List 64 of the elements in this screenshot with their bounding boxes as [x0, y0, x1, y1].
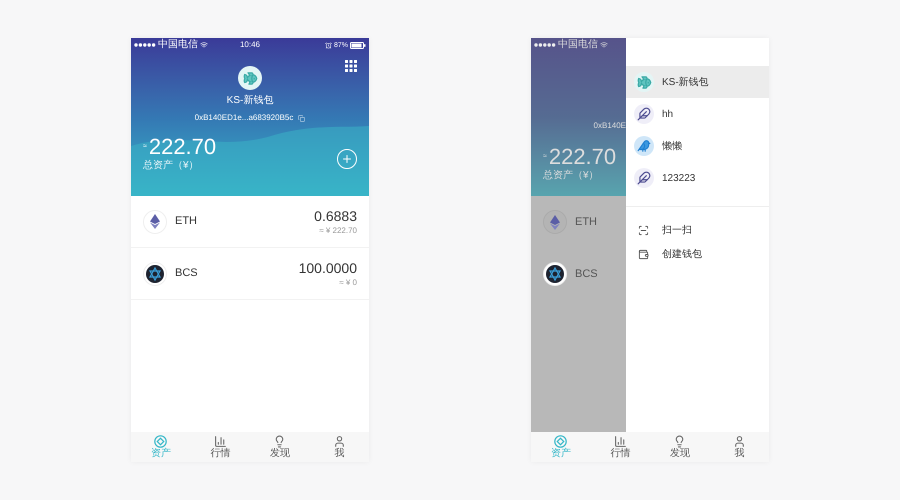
feather-icon [634, 104, 654, 124]
wifi-icon [600, 41, 608, 49]
carrier-name: 中国电信 [558, 40, 598, 50]
bar-chart-icon [614, 435, 627, 448]
wallet-name: 懒懒 [662, 140, 682, 154]
wallet-avatar [238, 66, 262, 90]
wifi-icon [200, 41, 208, 49]
signal-icon [134, 43, 156, 47]
coin-symbol: BCS [575, 266, 598, 282]
menu-item[interactable]: 创建钱包 [626, 245, 769, 263]
alarm-icon [324, 42, 332, 48]
tab[interactable]: 行情 [190, 432, 250, 462]
dark-coin-icon [143, 262, 167, 286]
bar-chart-icon [214, 435, 227, 448]
wallet-name: KS-新钱包 [662, 76, 709, 90]
wallet-name: 123223 [662, 172, 696, 186]
fish-icon [634, 72, 654, 92]
user-icon [732, 435, 746, 448]
wallet-icon [638, 248, 649, 260]
total-amount: 222.70 [148, 136, 216, 158]
wallet-item[interactable]: 懒懒 [626, 130, 769, 162]
wallet-item[interactable]: KS-新钱包 [626, 66, 769, 98]
coin-amount: 0.6883 [314, 208, 357, 222]
ether-coin-icon [143, 210, 167, 234]
clock-time: 10:46 [240, 41, 260, 49]
add-button[interactable] [337, 149, 357, 169]
tab[interactable]: 我 [710, 432, 769, 462]
coin-value: ≈ ¥ 222.70 [319, 226, 357, 234]
lightbulb-icon [273, 435, 286, 448]
coin-value: ≈ ¥ 0 [339, 278, 357, 286]
target-icon [154, 435, 168, 448]
asset-row[interactable]: BCS 100.0000 ≈ ¥ 0 [131, 248, 369, 300]
target-icon [554, 435, 568, 448]
grid-menu-icon[interactable] [345, 60, 357, 72]
total-amount: 222.70 [548, 146, 616, 168]
total-label: 总资产（¥） [143, 161, 200, 171]
coin-symbol: BCS [175, 266, 199, 282]
tab[interactable]: 发现 [250, 432, 310, 462]
coin-symbol: ETH [175, 214, 198, 230]
tab[interactable]: 发现 [650, 432, 710, 462]
lightbulb-icon [673, 435, 686, 448]
carrier-name: 中国电信 [158, 40, 198, 50]
dark-coin-icon [543, 262, 567, 286]
coin-symbol: ETH [575, 214, 597, 230]
wallet-name: hh [662, 108, 674, 122]
plus-icon [341, 153, 353, 165]
feather-icon [634, 168, 654, 188]
scan-icon [638, 224, 649, 236]
battery-icon [350, 42, 366, 48]
wallet-address: 0xB140E [594, 122, 626, 130]
coin-amount: 100.0000 [298, 260, 357, 274]
tab[interactable]: 我 [310, 432, 369, 462]
user-icon [332, 435, 346, 448]
wallet-name: KS-新钱包 [226, 96, 274, 106]
wallet-item[interactable]: hh [626, 98, 769, 130]
tab[interactable]: 行情 [590, 432, 650, 462]
asset-row[interactable]: ETH 0.6883 ≈ ¥ 222.70 [131, 196, 369, 248]
wallet-address: 0xB140ED1e...a683920B5c [194, 114, 294, 122]
bird-icon [634, 136, 654, 156]
ether-coin-icon [543, 210, 567, 234]
total-label: 总资产（¥） [542, 171, 600, 181]
wallet-item[interactable]: 123223 [626, 162, 769, 194]
menu-item[interactable]: 扫一扫 [626, 221, 769, 239]
signal-icon [534, 43, 556, 47]
